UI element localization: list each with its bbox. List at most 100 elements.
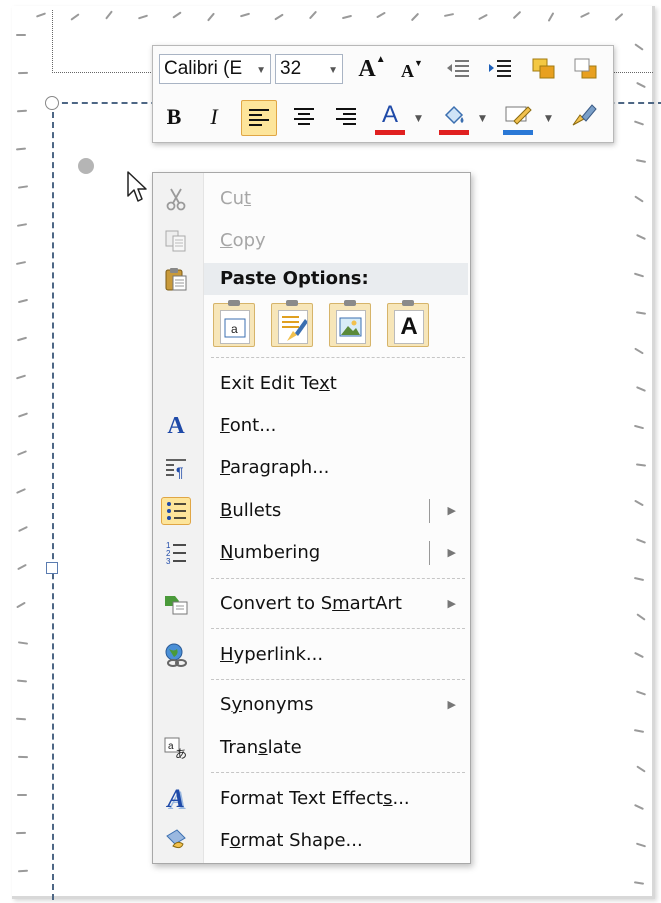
destination-theme-icon: a xyxy=(220,310,250,344)
submenu-arrow-icon[interactable]: ▶ xyxy=(448,698,456,711)
paper-edge-mark xyxy=(17,755,29,759)
menu-item-translate-label: Translate xyxy=(220,737,302,758)
menu-item-font[interactable]: A Font... xyxy=(153,406,470,446)
fill-color-swatch xyxy=(439,130,469,135)
paste-as-picture-button[interactable] xyxy=(329,300,371,347)
paragraph-icon: ¶ xyxy=(161,454,191,482)
shrink-font-button[interactable]: A ▼ xyxy=(397,56,427,86)
align-left-button[interactable] xyxy=(241,100,277,136)
chevron-down-icon[interactable]: ▼ xyxy=(545,114,552,124)
menu-item-format-shape-label: Format Shape... xyxy=(220,830,363,851)
highlight-fill-button[interactable] xyxy=(439,100,469,130)
chevron-down-icon[interactable]: ▼ xyxy=(256,65,266,76)
font-color-glyph: A xyxy=(381,101,398,128)
menu-item-format-shape[interactable]: Format Shape... xyxy=(153,821,470,861)
menu-separator xyxy=(211,578,465,579)
svg-text:a: a xyxy=(168,741,174,752)
menu-item-format-text-effects[interactable]: A Format Text Effects... xyxy=(153,779,470,819)
pen-outline-icon xyxy=(505,106,532,125)
italic-button[interactable]: I xyxy=(199,102,229,132)
menu-item-bullets[interactable]: Bullets ▶ xyxy=(153,491,470,531)
rotation-handle[interactable] xyxy=(45,96,59,110)
send-to-back-button[interactable] xyxy=(571,54,601,84)
paste-keep-text-only-button[interactable]: A xyxy=(387,300,429,347)
increase-indent-button[interactable] xyxy=(485,54,515,84)
format-painter-button[interactable] xyxy=(569,100,599,130)
grow-font-button[interactable]: A ▲ xyxy=(357,54,387,84)
copy-icon xyxy=(161,227,191,255)
menu-item-convert-to-smartart-label: Convert to SmartArt xyxy=(220,593,402,614)
align-center-button[interactable] xyxy=(289,102,319,132)
submenu-arrow-icon[interactable]: ▶ xyxy=(448,597,456,610)
menu-item-numbering[interactable]: 123 Numbering ▶ xyxy=(153,533,470,573)
clipboard-clip-icon xyxy=(228,300,240,306)
menu-item-synonyms[interactable]: Synonyms ▶ xyxy=(153,685,470,725)
paste-keep-source-formatting-button[interactable] xyxy=(271,300,313,347)
paper-edge-mark xyxy=(17,794,27,796)
menu-item-cut[interactable]: Cut xyxy=(153,179,470,219)
split-divider xyxy=(429,541,430,565)
font-size-combobox[interactable]: 32 ▼ xyxy=(275,54,343,84)
clipboard-paste-icon xyxy=(161,265,191,293)
text-effects-icon: A xyxy=(167,784,185,813)
align-left-icon xyxy=(249,109,269,126)
shape-outline-button[interactable] xyxy=(503,100,533,130)
translate-icon: aあ xyxy=(161,734,191,762)
chevron-down-icon[interactable]: ▼ xyxy=(479,114,486,124)
menu-item-paragraph-label: Paragraph... xyxy=(220,457,330,478)
chevron-down-icon[interactable]: ▼ xyxy=(328,65,338,76)
shrink-arrow-icon: ▼ xyxy=(414,58,423,68)
format-shape-icon xyxy=(161,827,191,855)
menu-item-hyperlink[interactable]: Hyperlink... xyxy=(153,635,470,675)
submenu-arrow-icon[interactable]: ▶ xyxy=(448,546,456,559)
decrease-indent-button[interactable] xyxy=(443,54,473,84)
submenu-arrow-icon[interactable]: ▶ xyxy=(448,504,456,517)
bring-to-front-icon xyxy=(532,58,555,79)
font-icon: A xyxy=(167,412,185,439)
paper-edge-mark xyxy=(15,831,27,835)
bullets-icon xyxy=(161,497,191,525)
menu-item-translate[interactable]: aあ Translate xyxy=(153,728,470,768)
context-menu: Cut Copy Paste Options: a A Exit Edit Te… xyxy=(152,172,471,864)
split-divider xyxy=(429,499,430,523)
mini-toolbar: Calibri (E ▼ 32 ▼ A ▲ A ▼ B I A ▼ ▼ ▼ xyxy=(152,45,614,143)
menu-item-copy-label: Copy xyxy=(220,230,266,251)
paste-use-destination-theme-button[interactable]: a xyxy=(213,300,255,347)
menu-item-hyperlink-label: Hyperlink... xyxy=(220,644,324,665)
menu-separator xyxy=(211,679,465,680)
menu-item-exit-edit-text[interactable]: Exit Edit Text xyxy=(153,364,470,404)
paper-edge-mark xyxy=(17,71,29,75)
bring-to-front-button[interactable] xyxy=(529,54,559,84)
font-color-swatch xyxy=(375,130,405,135)
paper-edge-mark xyxy=(16,34,26,36)
text-only-icon: A xyxy=(394,310,424,344)
grow-font-glyph: A xyxy=(358,55,376,82)
increase-indent-icon xyxy=(489,60,511,77)
chevron-down-icon[interactable]: ▼ xyxy=(415,114,422,124)
font-color-button[interactable]: A xyxy=(375,100,405,130)
decrease-indent-icon xyxy=(447,60,469,77)
menu-item-convert-to-smartart[interactable]: Convert to SmartArt ▶ xyxy=(153,584,470,624)
align-right-button[interactable] xyxy=(331,102,361,132)
menu-item-numbering-label: Numbering xyxy=(220,542,321,563)
font-name-combobox[interactable]: Calibri (E ▼ xyxy=(159,54,271,84)
menu-item-copy[interactable]: Copy xyxy=(153,221,470,261)
menu-item-paragraph[interactable]: ¶ Paragraph... xyxy=(153,448,470,488)
italic-glyph: I xyxy=(210,104,218,129)
align-right-icon xyxy=(336,108,356,125)
shrink-font-glyph: A xyxy=(401,60,415,81)
svg-text:a: a xyxy=(231,322,238,336)
font-name-value: Calibri (E xyxy=(164,58,243,79)
bold-button[interactable]: B xyxy=(159,102,189,132)
svg-text:3: 3 xyxy=(166,557,171,565)
grow-arrow-icon: ▲ xyxy=(375,53,386,65)
paintbrush-icon xyxy=(572,104,597,126)
clipboard-clip-icon xyxy=(286,300,298,306)
menu-item-format-text-effects-label: Format Text Effects... xyxy=(220,788,410,809)
menu-separator xyxy=(211,357,465,358)
send-to-back-icon xyxy=(574,58,597,79)
menu-separator xyxy=(211,628,465,629)
menu-item-bullets-label: Bullets xyxy=(220,500,282,521)
resize-handle[interactable] xyxy=(46,562,58,574)
numbering-icon: 123 xyxy=(161,539,191,567)
